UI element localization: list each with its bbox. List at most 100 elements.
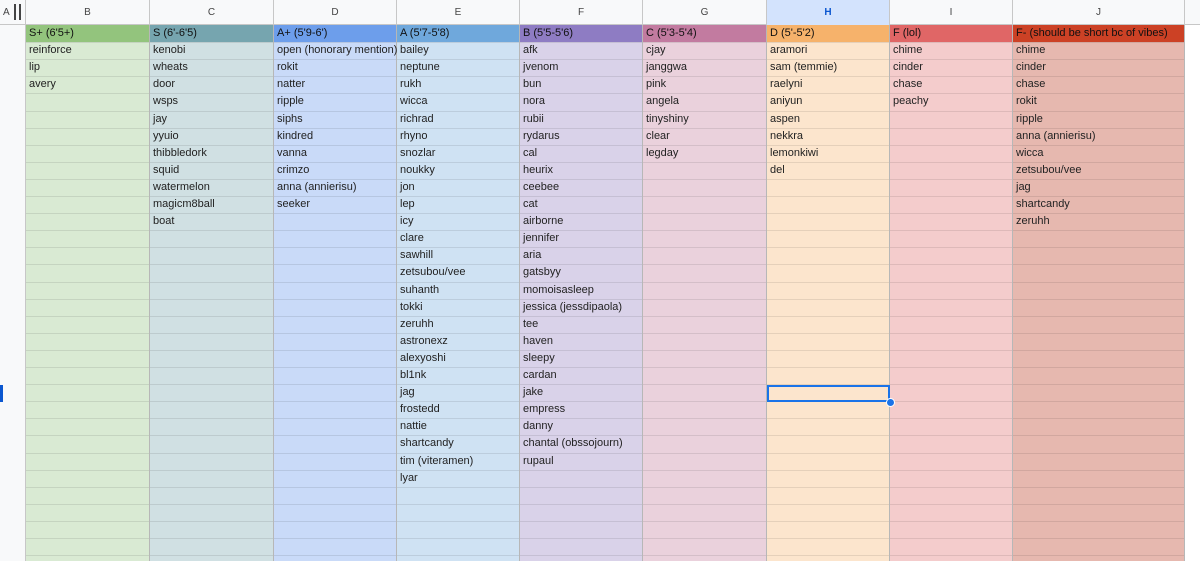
tier-header-cell[interactable]: A (5'7-5'8) (397, 25, 519, 42)
name-cell[interactable]: rhyno (397, 128, 519, 145)
name-cell[interactable]: jake (520, 384, 642, 401)
name-cell[interactable]: watermelon (150, 179, 273, 196)
name-cell[interactable]: cinder (890, 59, 1012, 76)
column-letter-e[interactable]: E (397, 0, 520, 25)
name-cell[interactable]: jag (397, 384, 519, 401)
name-cell[interactable]: rupaul (520, 453, 642, 470)
name-cell[interactable]: jag (1013, 179, 1184, 196)
name-cell[interactable]: cardan (520, 367, 642, 384)
name-cell[interactable]: aria (520, 247, 642, 264)
tier-header-cell[interactable]: S (6'-6'5) (150, 25, 273, 42)
name-cell[interactable]: frostedd (397, 401, 519, 418)
column-letter-i[interactable]: I (890, 0, 1013, 25)
name-cell[interactable]: peachy (890, 93, 1012, 110)
name-cell[interactable]: kindred (274, 128, 396, 145)
column-letter-h[interactable]: H (767, 0, 890, 25)
name-cell[interactable]: icy (397, 213, 519, 230)
name-cell[interactable]: zeruhh (397, 316, 519, 333)
name-cell[interactable]: rubii (520, 111, 642, 128)
name-cell[interactable]: sam (temmie) (767, 59, 889, 76)
name-cell[interactable]: haven (520, 333, 642, 350)
tier-header-cell[interactable]: F- (should be short bc of vibes) (1013, 25, 1184, 42)
name-cell[interactable]: chime (890, 42, 1012, 59)
name-cell[interactable]: shartcandy (1013, 196, 1184, 213)
name-cell[interactable]: wicca (1013, 145, 1184, 162)
name-cell[interactable]: tokki (397, 299, 519, 316)
name-cell[interactable]: open (honorary mention) (274, 42, 397, 59)
name-cell[interactable]: lemonkiwi (767, 145, 889, 162)
name-cell[interactable]: clear (643, 128, 766, 145)
row-number-gutter[interactable] (0, 25, 26, 561)
name-cell[interactable]: thibbledork (150, 145, 273, 162)
name-cell[interactable]: tee (520, 316, 642, 333)
name-cell[interactable]: cjay (643, 42, 766, 59)
name-cell[interactable]: zeruhh (1013, 213, 1184, 230)
name-cell[interactable]: jennifer (520, 230, 642, 247)
tier-header-cell[interactable]: D (5'-5'2) (767, 25, 889, 42)
name-cell[interactable]: danny (520, 418, 642, 435)
name-cell[interactable]: lyar (397, 470, 519, 487)
name-cell[interactable]: angela (643, 93, 766, 110)
name-cell[interactable]: snozlar (397, 145, 519, 162)
freeze-handle-icon[interactable] (19, 4, 21, 20)
name-cell[interactable]: nattie (397, 418, 519, 435)
name-cell[interactable]: boat (150, 213, 273, 230)
name-cell[interactable]: zetsubou/vee (1013, 162, 1184, 179)
name-cell[interactable]: shartcandy (397, 435, 519, 452)
name-cell[interactable]: heurix (520, 162, 642, 179)
name-cell[interactable]: natter (274, 76, 396, 93)
name-cell[interactable]: airborne (520, 213, 642, 230)
name-cell[interactable]: zetsubou/vee (397, 264, 519, 281)
tier-header-cell[interactable]: A+ (5'9-6') (274, 25, 396, 42)
name-cell[interactable]: sawhill (397, 247, 519, 264)
column-letter-b[interactable]: B (26, 0, 150, 25)
name-cell[interactable]: magicm8ball (150, 196, 273, 213)
name-cell[interactable]: richrad (397, 111, 519, 128)
name-cell[interactable]: wheats (150, 59, 273, 76)
name-cell[interactable]: sleepy (520, 350, 642, 367)
name-cell[interactable]: cal (520, 145, 642, 162)
freeze-handle-icon[interactable] (14, 4, 16, 20)
name-cell[interactable]: anna (annierisu) (274, 179, 396, 196)
name-cell[interactable]: siphs (274, 111, 396, 128)
column-letter-f[interactable]: F (520, 0, 643, 25)
name-cell[interactable]: jvenom (520, 59, 642, 76)
name-cell[interactable]: astronexz (397, 333, 519, 350)
name-cell[interactable]: bun (520, 76, 642, 93)
name-cell[interactable]: empress (520, 401, 642, 418)
name-cell[interactable]: bl1nk (397, 367, 519, 384)
name-cell[interactable]: chase (890, 76, 1012, 93)
name-cell[interactable]: chime (1013, 42, 1184, 59)
name-cell[interactable]: vanna (274, 145, 396, 162)
name-cell[interactable]: ceebee (520, 179, 642, 196)
name-cell[interactable]: cinder (1013, 59, 1184, 76)
name-cell[interactable]: janggwa (643, 59, 766, 76)
name-cell[interactable]: aspen (767, 111, 889, 128)
name-cell[interactable]: pink (643, 76, 766, 93)
name-cell[interactable]: door (150, 76, 273, 93)
active-cell-selection[interactable] (767, 385, 890, 402)
fill-handle[interactable] (886, 398, 895, 407)
name-cell[interactable]: avery (26, 76, 149, 93)
name-cell[interactable]: wicca (397, 93, 519, 110)
column-letter-a[interactable]: A (0, 0, 11, 25)
name-cell[interactable]: del (767, 162, 889, 179)
name-cell[interactable]: jessica (jessdipaola) (520, 299, 642, 316)
name-cell[interactable]: nora (520, 93, 642, 110)
name-cell[interactable]: noukky (397, 162, 519, 179)
name-cell[interactable]: lep (397, 196, 519, 213)
name-cell[interactable]: tinyshiny (643, 111, 766, 128)
name-cell[interactable]: suhanth (397, 282, 519, 299)
name-cell[interactable]: seeker (274, 196, 396, 213)
name-cell[interactable]: chase (1013, 76, 1184, 93)
name-cell[interactable]: legday (643, 145, 766, 162)
name-cell[interactable]: squid (150, 162, 273, 179)
name-cell[interactable]: rukh (397, 76, 519, 93)
tier-header-cell[interactable]: S+ (6'5+) (26, 25, 149, 42)
name-cell[interactable]: jon (397, 179, 519, 196)
name-cell[interactable]: chantal (obssojourn) (520, 435, 642, 452)
name-cell[interactable]: cat (520, 196, 642, 213)
name-cell[interactable]: momoisasleep (520, 282, 642, 299)
tier-header-cell[interactable]: F (lol) (890, 25, 1012, 42)
name-cell[interactable]: bailey (397, 42, 519, 59)
